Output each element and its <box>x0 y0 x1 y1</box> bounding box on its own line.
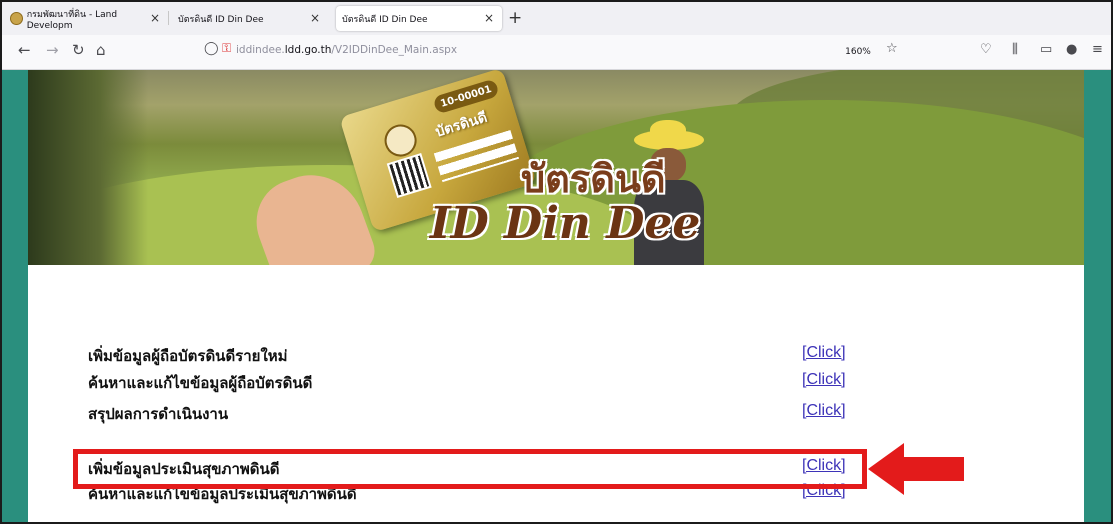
url-bar[interactable]: ◯ ⚿ iddindee.ldd.go.th/V2IDDinDee_Main.a… <box>190 39 916 65</box>
logo-english-text: ID Din Dee <box>430 198 701 249</box>
home-icon[interactable]: ⌂ <box>96 41 106 59</box>
lock-icon[interactable]: ⚿ <box>222 41 231 56</box>
tab-id-din-dee-1[interactable]: บัตรดินดี ID Din Dee × <box>178 6 328 31</box>
tree-shape <box>28 70 148 265</box>
close-icon[interactable]: × <box>484 11 494 25</box>
library-icon[interactable]: ⫼ <box>1012 42 1018 57</box>
close-icon[interactable]: × <box>310 11 320 25</box>
tab-id-din-dee-active[interactable]: บัตรดินดี ID Din Dee × <box>336 6 502 31</box>
url-domain: ldd.go.th <box>284 44 332 56</box>
menu-item-summary: สรุปผลการดำเนินงาน [Click] <box>88 402 868 424</box>
navigation-bar: ← → ↻ ⌂ ◯ ⚿ iddindee.ldd.go.th/V2IDDinDe… <box>2 35 1111 70</box>
sidebar-icon[interactable]: ▭ <box>1040 42 1052 57</box>
qr-code-icon <box>386 153 432 199</box>
menu-item-label: สรุปผลการดำเนินงาน <box>88 405 229 423</box>
click-link[interactable]: [Click] <box>802 371 846 389</box>
tab-strip: กรมพัฒนาที่ดิน - Land Developm × บัตรดิน… <box>2 2 1111 35</box>
arrow-left-icon <box>868 443 964 495</box>
menu-item-add-cardholder: เพิ่มข้อมูลผู้ถือบัตรดินดีรายใหม่ [Click… <box>88 344 868 366</box>
menu-item-label: ค้นหาและแก้ไขข้อมูลผู้ถือบัตรดินดี <box>88 374 313 392</box>
menu-item-label: เพิ่มข้อมูลผู้ถือบัตรดินดีรายใหม่ <box>88 347 288 365</box>
menu-icon[interactable]: ≡ <box>1092 42 1103 57</box>
tab-label: กรมพัฒนาที่ดิน - Land Developm <box>26 9 118 31</box>
forward-icon[interactable]: → <box>46 41 59 59</box>
shield-icon[interactable]: ◯ <box>204 41 219 56</box>
bookmark-star-icon[interactable]: ☆ <box>886 41 898 56</box>
close-icon[interactable]: × <box>150 11 160 25</box>
tab-label: บัตรดินดี ID Din Dee <box>342 14 428 25</box>
click-link[interactable]: [Click] <box>802 344 846 362</box>
hat-shape <box>634 130 704 150</box>
header-banner: 10-00001 บัตรดินดี บัตรดินดี ID Din Dee <box>28 70 1084 265</box>
highlight-box <box>73 449 867 489</box>
url-path: /V2IDDinDee_Main.aspx <box>331 44 458 56</box>
click-link[interactable]: [Click] <box>802 402 846 420</box>
menu-item-search-cardholder: ค้นหาและแก้ไขข้อมูลผู้ถือบัตรดินดี [Clic… <box>88 371 868 393</box>
url-text[interactable]: iddindee.ldd.go.th/V2IDDinDee_Main.aspx <box>236 44 457 56</box>
zoom-level-badge[interactable]: 160% <box>844 44 872 59</box>
url-prefix: iddindee. <box>236 44 285 56</box>
card-number: 10-00001 <box>432 78 500 115</box>
account-icon[interactable]: ● <box>1066 42 1077 57</box>
tab-separator <box>168 11 169 25</box>
back-icon[interactable]: ← <box>18 41 31 59</box>
browser-window: กรมพัฒนาที่ดิน - Land Developm × บัตรดิน… <box>0 0 1113 524</box>
tab-label: บัตรดินดี ID Din Dee <box>178 14 264 25</box>
new-tab-icon[interactable]: + <box>508 8 522 28</box>
pocket-icon[interactable]: ♡ <box>980 42 992 57</box>
site-favicon-icon <box>10 12 23 25</box>
reload-icon[interactable]: ↻ <box>72 41 85 59</box>
tab-land-development[interactable]: กรมพัฒนาที่ดิน - Land Developm × <box>10 6 162 31</box>
